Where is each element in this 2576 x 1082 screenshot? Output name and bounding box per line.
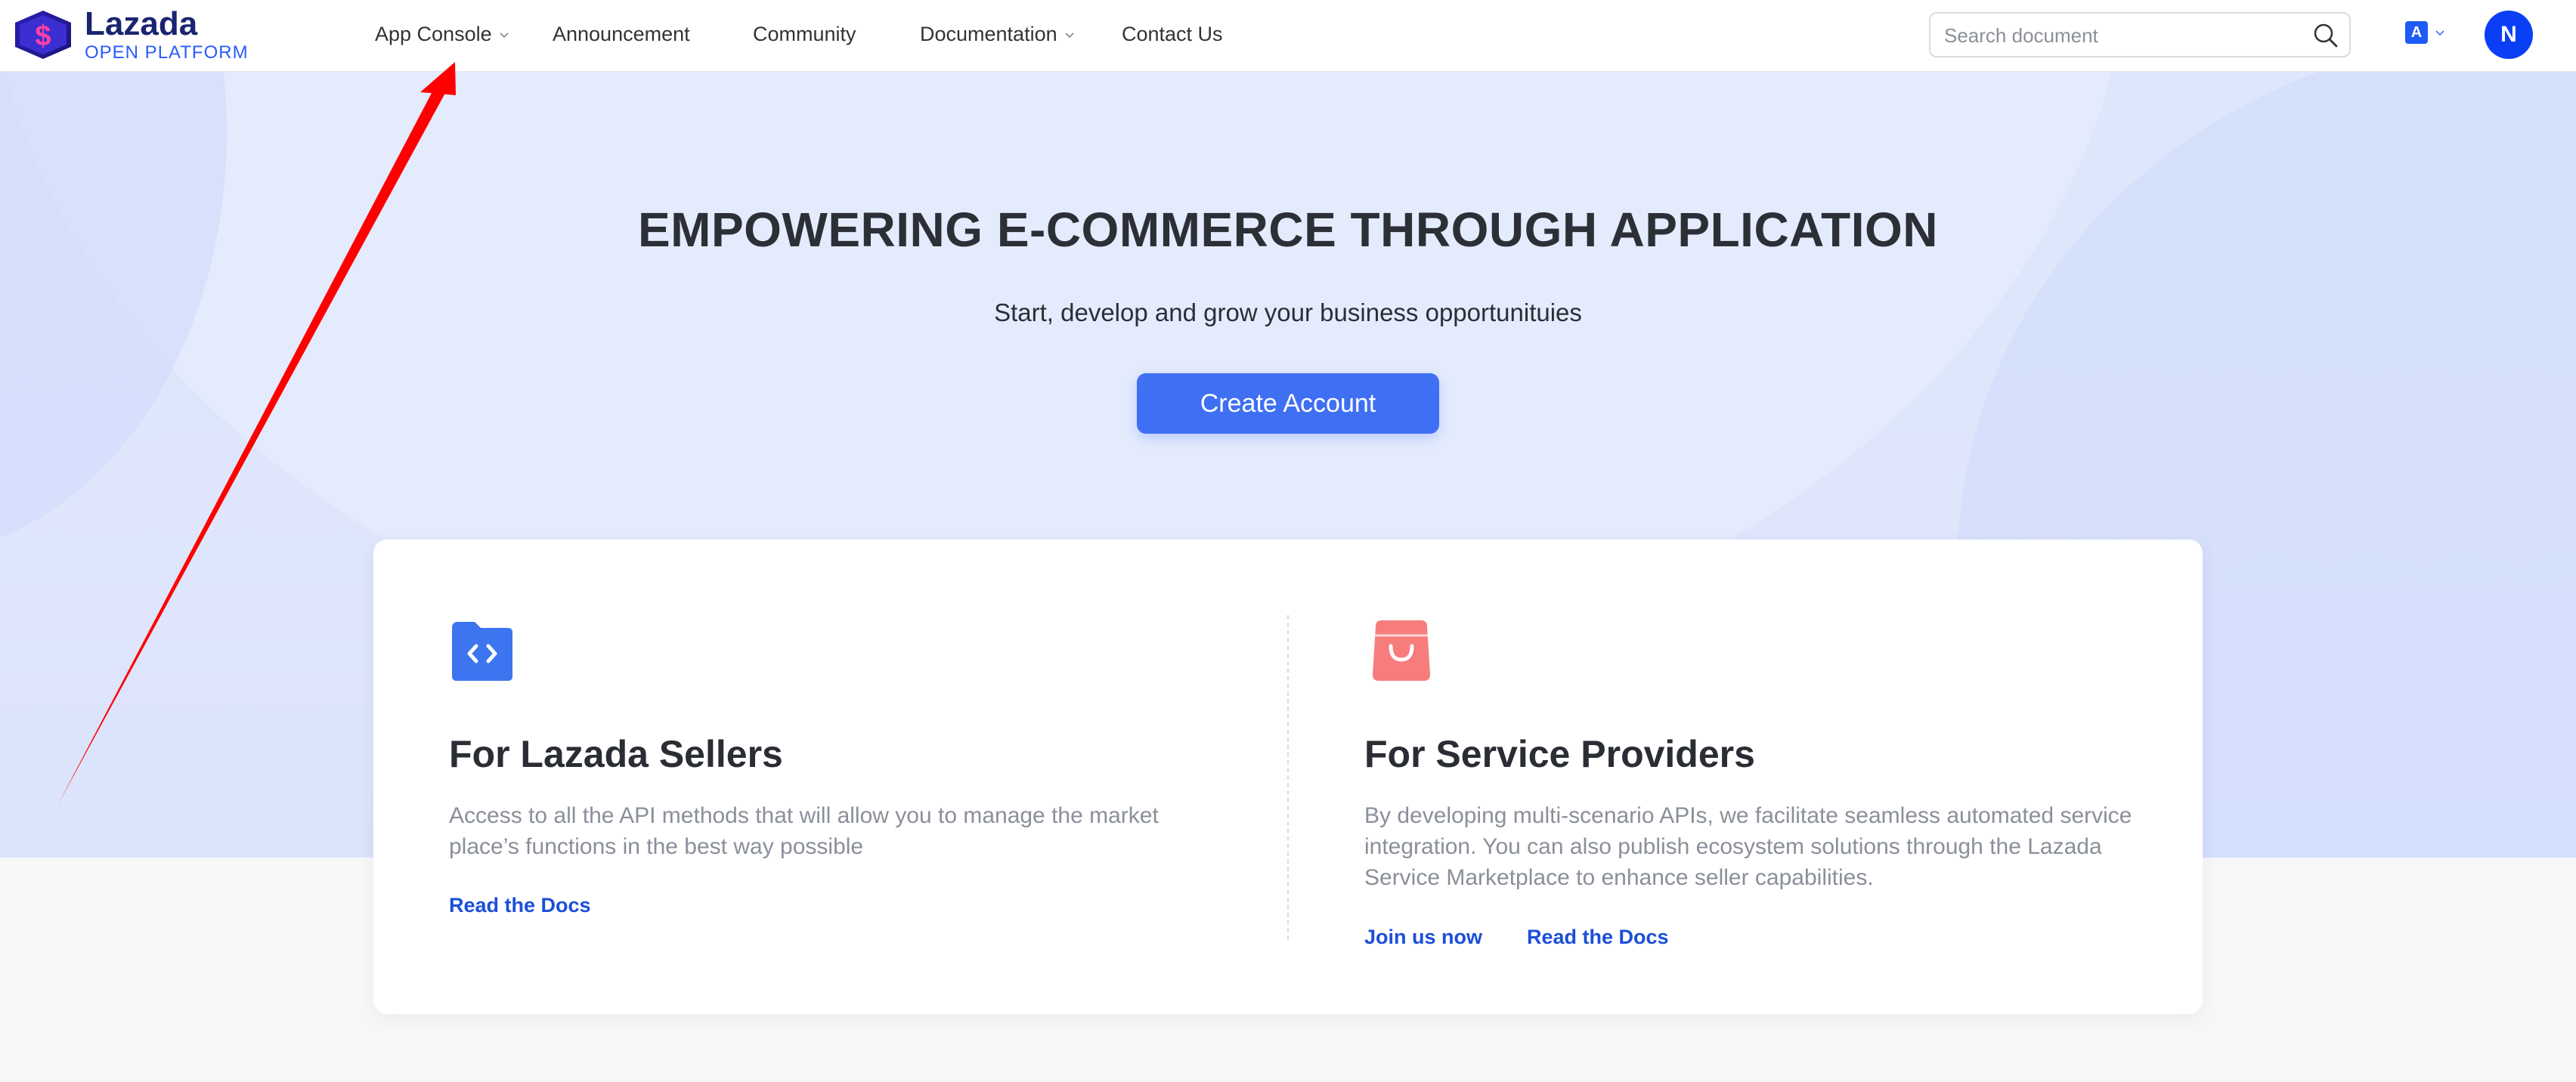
chevron-down-icon xyxy=(500,32,509,38)
lazada-heart-logo-icon: $ xyxy=(15,11,71,59)
search-icon[interactable] xyxy=(2313,23,2339,48)
seller-read-docs-link[interactable]: Read the Docs xyxy=(449,894,591,917)
svg-text:$: $ xyxy=(35,20,51,52)
search-box xyxy=(1929,12,2351,57)
provider-card-description: By developing multi-scenario APIs, we fa… xyxy=(1364,803,2132,890)
nav-item-label: Contact Us xyxy=(1122,23,1223,45)
nav-announcement[interactable]: Announcement xyxy=(553,23,690,46)
nav-app-console[interactable]: App Console xyxy=(375,23,510,46)
folder-code-icon xyxy=(452,622,512,681)
nav-community[interactable]: Community xyxy=(753,23,856,46)
language-switcher[interactable]: A xyxy=(2405,21,2446,44)
provider-read-docs-link[interactable]: Read the Docs xyxy=(1527,926,1669,949)
translate-icon: A xyxy=(2405,21,2428,44)
brand-name: Lazada xyxy=(85,5,198,42)
join-us-link[interactable]: Join us now xyxy=(1364,926,1482,949)
nav-item-label: Documentation xyxy=(920,23,1057,45)
card-divider xyxy=(1287,615,1289,940)
chevron-down-icon xyxy=(1065,32,1074,38)
nav-contact-us[interactable]: Contact Us xyxy=(1122,23,1223,46)
create-account-button[interactable]: Create Account xyxy=(1137,373,1439,434)
lazada-logo[interactable]: $ Lazada OPEN PLATFORM xyxy=(11,8,249,62)
shopping-bag-icon xyxy=(1373,620,1430,681)
user-avatar[interactable]: N xyxy=(2485,11,2533,59)
provider-card-title: For Service Providers xyxy=(1364,733,1755,775)
hero-title: EMPOWERING E-COMMERCE THROUGH APPLICATIO… xyxy=(637,202,1939,257)
hero-subtitle: Start, develop and grow your business op… xyxy=(994,298,1582,326)
search-input[interactable] xyxy=(1943,20,2301,51)
nav-item-label: App Console xyxy=(375,23,492,45)
audience-cards: For Lazada Sellers Access to all the API… xyxy=(373,539,2203,1014)
nav-item-label: Announcement xyxy=(553,23,690,45)
seller-card-title: For Lazada Sellers xyxy=(449,733,783,775)
seller-card-description: Access to all the API methods that will … xyxy=(449,803,1159,859)
nav-item-label: Community xyxy=(753,23,856,45)
top-header: $ Lazada OPEN PLATFORM App Console Annou… xyxy=(0,0,2576,72)
brand-subtitle: OPEN PLATFORM xyxy=(85,42,249,63)
chevron-down-icon xyxy=(2435,30,2444,36)
nav-documentation[interactable]: Documentation xyxy=(920,23,1076,46)
